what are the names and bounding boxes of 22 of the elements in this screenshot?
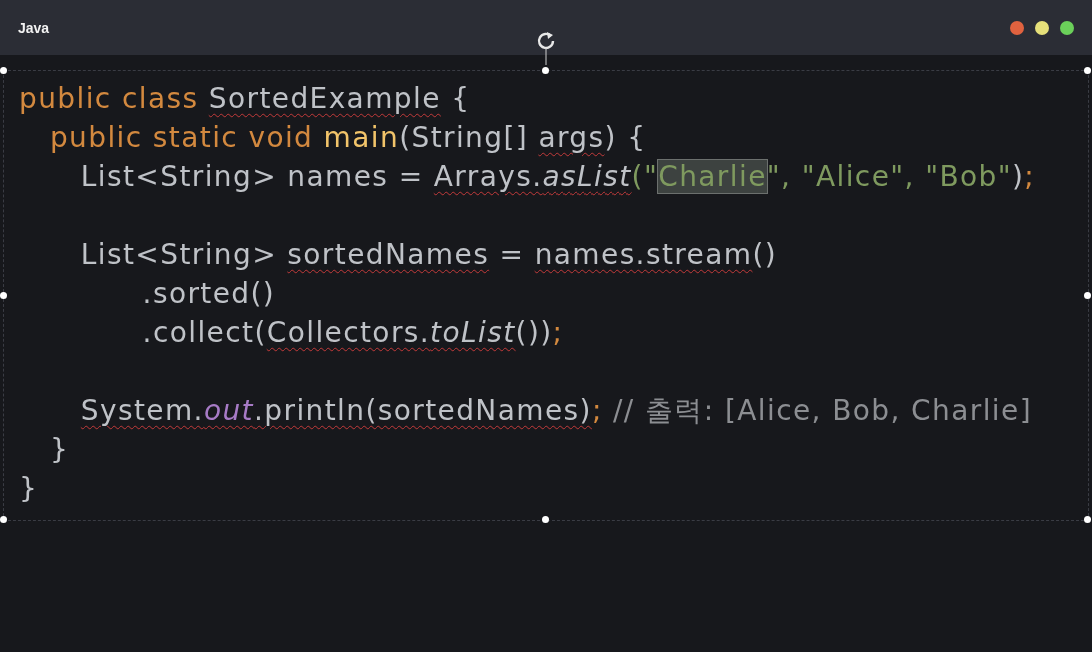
- resize-handle[interactable]: [1084, 67, 1091, 74]
- resize-handle[interactable]: [0, 67, 7, 74]
- minimize-dot-icon: [1035, 20, 1049, 35]
- resize-handle[interactable]: [1084, 516, 1091, 523]
- resize-handle[interactable]: [1084, 291, 1091, 299]
- resize-handle[interactable]: [542, 67, 549, 74]
- code-line: List<String> sortedNames = names.stream(): [79, 237, 778, 273]
- code-line: System.out.println(sortedNames); // 출력: [Alice, Bob, Charlie]: [79, 393, 1032, 429]
- resize-handle[interactable]: [542, 516, 549, 523]
- rotate-handle-icon[interactable]: [535, 29, 557, 65]
- code-line: .collect(Collectors.toList());: [141, 315, 564, 351]
- code-line: .sorted(): [141, 276, 276, 312]
- code-line: public class SortedExample {: [19, 81, 471, 117]
- resize-handle[interactable]: [0, 516, 7, 523]
- code-line: public static void main(String[] args) {: [48, 120, 647, 156]
- maximize-dot-icon: [1060, 20, 1074, 35]
- code-line: List<String> names = Arrays.asList("Charlie", "Alice", "Bob");: [79, 159, 1036, 195]
- window-title: Java: [18, 19, 50, 36]
- close-dot-icon: [1010, 20, 1024, 35]
- code-line: }: [19, 471, 39, 507]
- resize-handle[interactable]: [0, 291, 7, 299]
- code-line: }: [48, 432, 70, 468]
